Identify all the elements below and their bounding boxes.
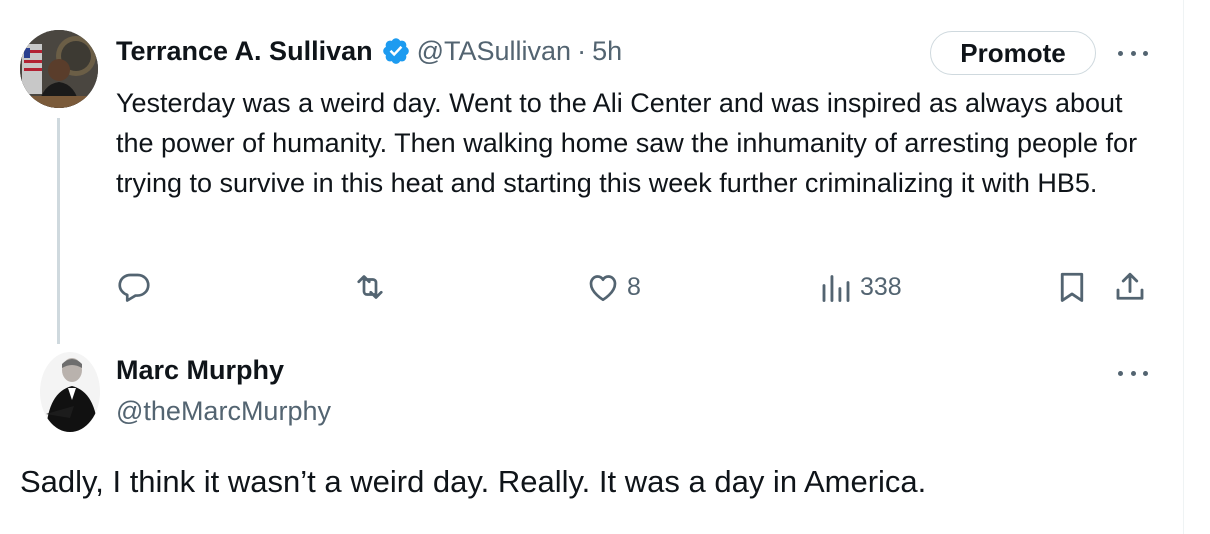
reply-author-avatar[interactable] bbox=[40, 352, 100, 432]
handle-time-separator: · bbox=[577, 35, 587, 66]
tweet-header: Terrance A. Sullivan @TASullivan · 5h bbox=[116, 33, 622, 69]
verified-badge-icon bbox=[381, 36, 411, 66]
retweet-icon bbox=[357, 275, 383, 299]
reply-more-icon[interactable] bbox=[1118, 368, 1148, 378]
thread-connector bbox=[57, 118, 60, 344]
promote-button[interactable]: Promote bbox=[930, 31, 1096, 75]
tweet-text: Yesterday was a weird day. Went to the A… bbox=[116, 88, 1138, 198]
views-button[interactable]: 338 bbox=[818, 268, 902, 306]
bookmark-icon bbox=[1060, 272, 1084, 302]
timeline-border bbox=[1183, 0, 1184, 534]
like-count: 8 bbox=[627, 272, 641, 301]
reply-author-name[interactable]: Marc Murphy bbox=[116, 355, 284, 386]
like-button[interactable]: 8 bbox=[585, 268, 641, 306]
reply-author-handle[interactable]: @theMarcMurphy bbox=[116, 396, 331, 427]
author-handle[interactable]: @TASullivan bbox=[417, 36, 571, 67]
author-name[interactable]: Terrance A. Sullivan bbox=[116, 36, 373, 67]
author-avatar[interactable] bbox=[20, 30, 98, 108]
retweet-button[interactable] bbox=[352, 268, 394, 306]
more-icon[interactable] bbox=[1118, 48, 1148, 58]
reply-text: Sadly, I think it wasn’t a weird day. Re… bbox=[20, 464, 927, 499]
share-icon bbox=[1116, 272, 1144, 300]
reply-icon bbox=[118, 273, 150, 302]
views-icon bbox=[822, 275, 850, 302]
share-button[interactable] bbox=[1112, 268, 1148, 306]
tweet-timestamp[interactable]: 5h bbox=[592, 36, 622, 67]
like-icon bbox=[589, 275, 617, 302]
view-count: 338 bbox=[860, 272, 902, 301]
bookmark-button[interactable] bbox=[1054, 268, 1090, 306]
reply-button[interactable] bbox=[116, 268, 158, 306]
